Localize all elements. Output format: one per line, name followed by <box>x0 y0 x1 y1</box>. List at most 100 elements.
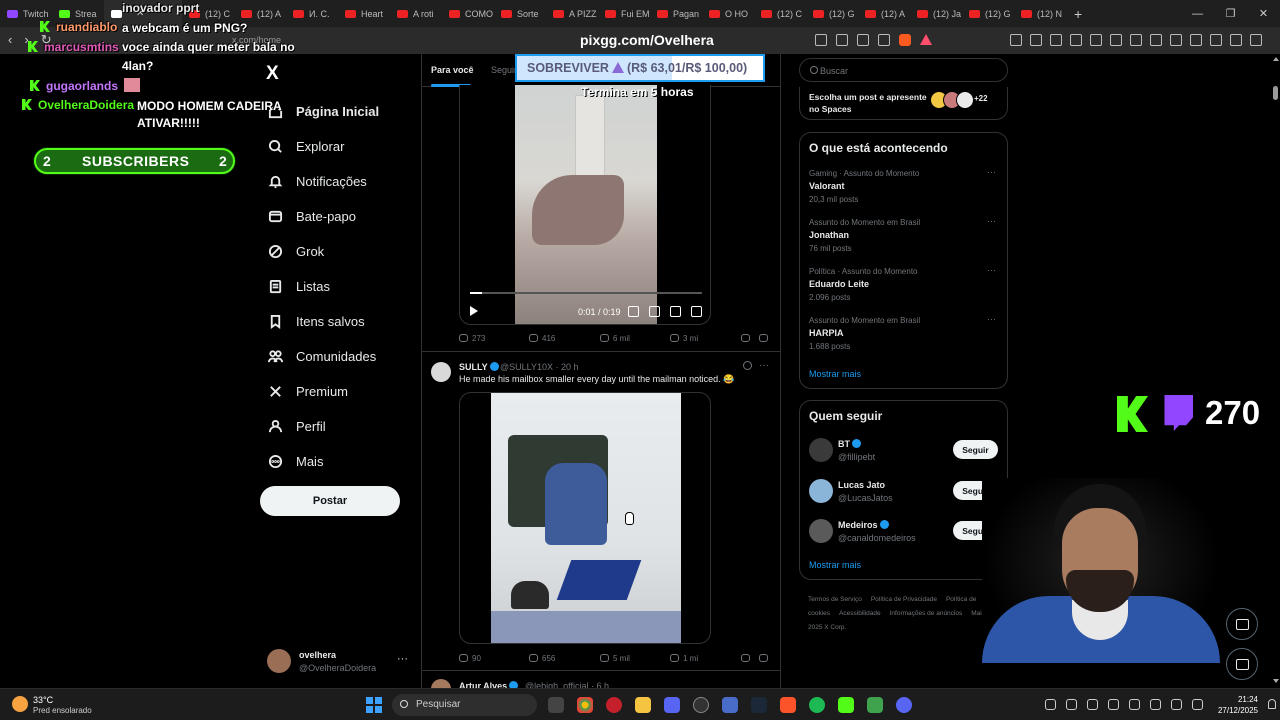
reply-button[interactable]: 273 <box>459 334 485 343</box>
footer-link[interactable]: Acessibilidade <box>839 610 881 617</box>
zoom-icon[interactable] <box>836 34 848 46</box>
pip-icon[interactable] <box>670 306 681 317</box>
more-icon[interactable]: ··· <box>987 265 996 275</box>
more-icon[interactable]: ··· <box>987 216 996 226</box>
task-view-icon[interactable] <box>548 697 564 713</box>
show-more-link[interactable]: Mostrar mais <box>809 560 861 570</box>
more-icon[interactable]: ··· <box>397 653 408 665</box>
browser-tab[interactable]: (12) Ja <box>910 0 962 27</box>
maximize-button[interactable]: ❐ <box>1214 7 1247 20</box>
folder-icon[interactable] <box>635 697 651 713</box>
follow-button[interactable]: Seguir <box>953 440 998 459</box>
extension-icon[interactable] <box>1090 34 1102 46</box>
browser-tab[interactable]: A PIZZ <box>546 0 598 27</box>
bookmark-star-icon[interactable] <box>878 34 890 46</box>
browser-tab[interactable]: Pagan <box>650 0 702 27</box>
extension-icon[interactable] <box>1190 34 1202 46</box>
browser-tab[interactable]: A roti <box>390 0 442 27</box>
x-logo[interactable]: X <box>266 63 279 85</box>
trend-item[interactable]: Assunto do Momento em Brasil HARPIA 1.688 … <box>809 314 1004 356</box>
back-icon[interactable]: ‹ <box>8 32 12 48</box>
avatar[interactable] <box>431 362 451 382</box>
extension-icon[interactable] <box>1070 34 1082 46</box>
browser-tab[interactable]: Heart <box>338 0 390 27</box>
app-icon[interactable] <box>664 697 680 713</box>
share-icon[interactable] <box>759 334 772 343</box>
nav-item-6[interactable]: Itens salvos <box>268 304 418 339</box>
trend-item[interactable]: Gaming · Assunto do Momento Valorant 20,3 … <box>809 167 1004 209</box>
volume-icon[interactable] <box>628 306 639 317</box>
play-icon[interactable] <box>470 306 478 316</box>
scrollbar[interactable] <box>1271 54 1280 688</box>
avatar[interactable] <box>809 479 833 503</box>
search-input[interactable] <box>820 63 1000 78</box>
spotify-icon[interactable] <box>809 697 825 713</box>
chrome-icon[interactable] <box>577 697 593 713</box>
microphone-icon[interactable] <box>1150 699 1161 710</box>
start-button[interactable] <box>366 697 382 713</box>
grok-icon[interactable] <box>743 361 752 370</box>
rewards-icon[interactable] <box>920 34 932 45</box>
follow-suggestion[interactable]: BT @fillipebt Seguir <box>809 437 1004 467</box>
browser-tab[interactable]: И. С. <box>286 0 338 27</box>
more-icon[interactable]: ··· <box>987 167 996 177</box>
nav-item-3[interactable]: Bate-papo <box>268 199 418 234</box>
nav-item-1[interactable]: Explorar <box>268 129 418 164</box>
follow-suggestion[interactable]: Lucas Jato @LucasJatos Seguir <box>809 478 1004 508</box>
account-switcher[interactable]: ovelhera @OvelheraDoidera ··· <box>267 647 412 677</box>
nav-item-9[interactable]: Perfil <box>268 409 418 444</box>
extension-icon[interactable] <box>1030 34 1042 46</box>
avatar[interactable] <box>809 519 833 543</box>
extension-icon[interactable] <box>1130 34 1142 46</box>
extension-icon[interactable] <box>1170 34 1182 46</box>
repost-button[interactable]: 416 <box>529 334 555 343</box>
browser-tab[interactable]: (12) G <box>806 0 858 27</box>
footer-link[interactable]: Política de Privacidade <box>871 596 937 603</box>
nav-item-10[interactable]: Mais <box>268 444 418 479</box>
extension-icon[interactable] <box>1150 34 1162 46</box>
video-player[interactable]: 0:01 / 0:19 <box>459 85 711 325</box>
views-button[interactable]: 1 mi <box>670 654 698 663</box>
footer-link[interactable]: Informações de anúncios <box>890 610 963 617</box>
bookmark-icon[interactable] <box>741 654 754 663</box>
brave-icon[interactable] <box>780 697 796 713</box>
like-button[interactable]: 5 mil <box>600 654 630 663</box>
more-icon[interactable]: ··· <box>759 360 769 371</box>
post-button[interactable]: Postar <box>260 486 400 516</box>
extension-icon[interactable] <box>1010 34 1022 46</box>
volume-icon[interactable] <box>1192 699 1203 710</box>
browser-tab[interactable]: O HO <box>702 0 754 27</box>
sheets-icon[interactable] <box>867 697 883 713</box>
views-button[interactable]: 3 mi <box>670 334 698 343</box>
nav-item-5[interactable]: Listas <box>268 269 418 304</box>
scroll-thumb[interactable] <box>1273 86 1278 100</box>
steam-icon[interactable] <box>751 697 767 713</box>
more-icon[interactable]: ··· <box>987 314 996 324</box>
discord-icon[interactable] <box>896 697 912 713</box>
spaces-promo[interactable]: Escolha um post e apresente no Spaces +2… <box>799 87 1008 120</box>
nav-item-0[interactable]: Página Inicial <box>268 94 418 129</box>
tweet-media[interactable] <box>459 392 711 644</box>
messages-fab-button[interactable] <box>1226 648 1258 680</box>
minimize-button[interactable]: — <box>1181 8 1214 20</box>
tweet-author[interactable]: SULLY <box>459 362 499 372</box>
share-icon[interactable] <box>759 654 772 663</box>
trend-item[interactable]: Assunto do Momento em Brasil Jonathan 76 m… <box>809 216 1004 258</box>
footer-link[interactable]: Termos de Serviço <box>808 596 862 603</box>
obs-icon[interactable] <box>693 697 709 713</box>
settings-icon[interactable] <box>649 306 660 317</box>
nav-item-8[interactable]: Premium <box>268 374 418 409</box>
tray-app-icon[interactable] <box>1087 699 1098 710</box>
opera-icon[interactable] <box>606 697 622 713</box>
grok-fab-button[interactable] <box>1226 608 1258 640</box>
kick-icon[interactable] <box>838 697 854 713</box>
clock[interactable]: 21:24 27/12/2025 <box>1208 694 1258 716</box>
share-icon[interactable] <box>857 34 869 46</box>
browser-tab[interactable]: Fui EM <box>598 0 650 27</box>
avatar[interactable] <box>809 438 833 462</box>
extension-icon[interactable] <box>1110 34 1122 46</box>
tray-app-icon[interactable] <box>1066 699 1077 710</box>
trend-item[interactable]: Política · Assunto do Momento Eduardo Lei… <box>809 265 1004 307</box>
show-more-link[interactable]: Mostrar mais <box>809 369 861 379</box>
reply-button[interactable]: 90 <box>459 654 481 663</box>
